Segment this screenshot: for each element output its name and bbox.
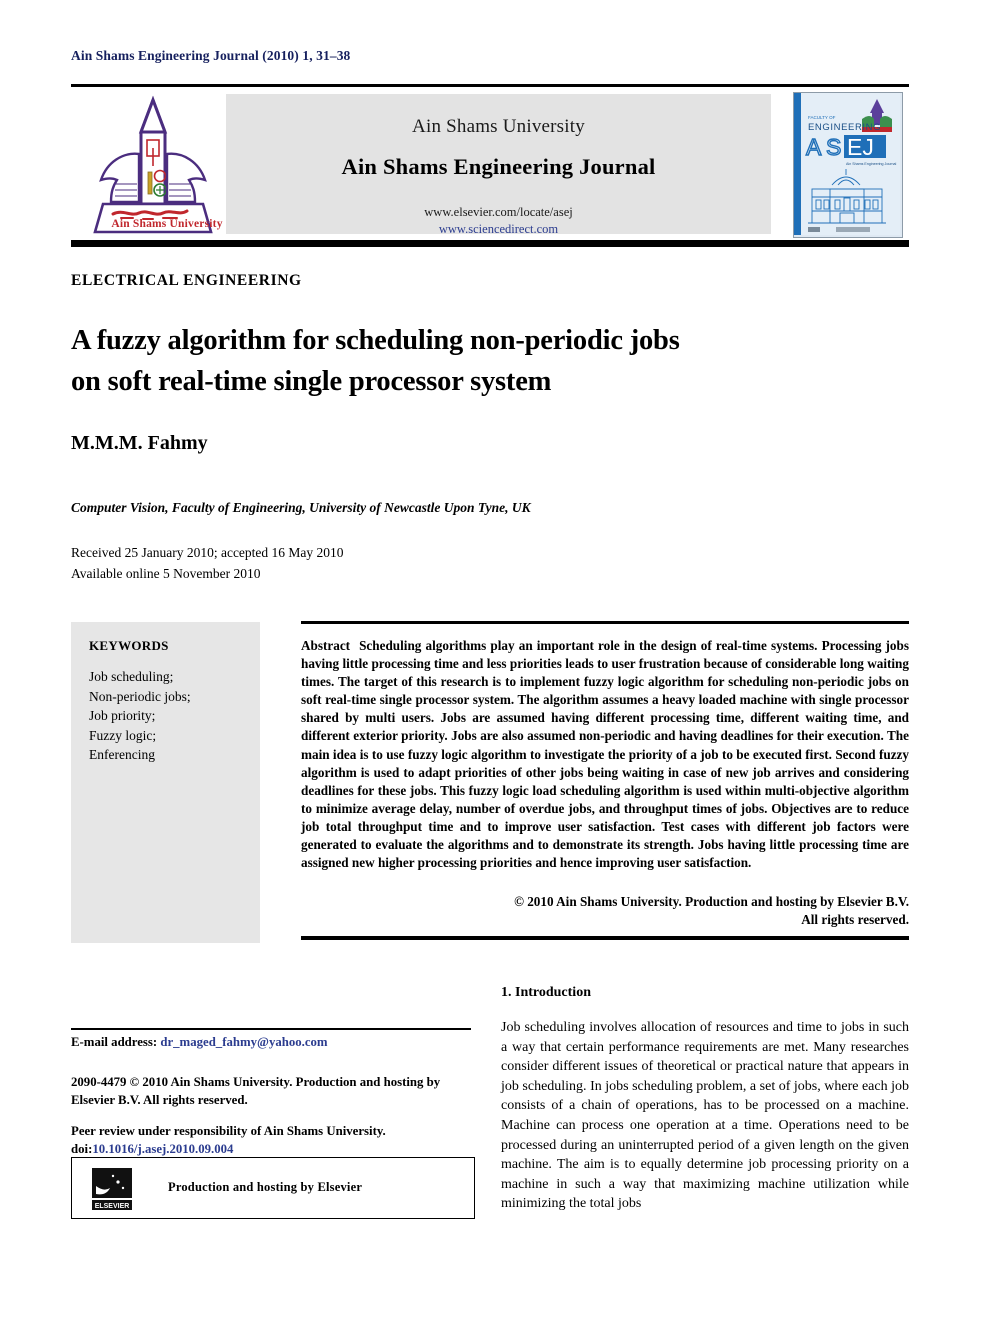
copyright-line-1: © 2010 Ain Shams University. Production … <box>514 894 909 909</box>
running-head: Ain Shams Engineering Journal (2010) 1, … <box>71 48 351 63</box>
keywords-box: KEYWORDS Job scheduling; Non-periodic jo… <box>71 622 260 943</box>
elsevier-locate-url[interactable]: www.elsevier.com/locate/asej <box>226 205 771 220</box>
abstract-top-rule <box>301 621 909 624</box>
peer-review-text: Peer review under responsibility of Ain … <box>71 1124 386 1138</box>
sciencedirect-url[interactable]: www.sciencedirect.com <box>226 222 771 237</box>
masthead-center-panel: Ain Shams University Ain Shams Engineeri… <box>226 94 771 237</box>
ain-shams-university-logo-icon: Ain Shams University <box>85 92 222 236</box>
masthead-top-rule <box>71 84 909 87</box>
elsevier-wordmark: ELSEVIER <box>95 1203 130 1210</box>
keywords-list: Job scheduling; Non-periodic jobs; Job p… <box>89 667 260 765</box>
abstract-bottom-rule <box>301 936 909 940</box>
masthead-bottom-rule <box>71 240 909 247</box>
author-name: M.M.M. Fahmy <box>71 432 208 454</box>
journal-cover-thumbnail: FACULTY OF ENGINEERING A S EJ Ain Shams … <box>793 92 903 238</box>
paper-page: Ain Shams Engineering Journal (2010) 1, … <box>0 0 992 1323</box>
production-hosting-box: ELSEVIER Production and hosting by Elsev… <box>71 1157 475 1219</box>
available-online-line: Available online 5 November 2010 <box>71 566 261 581</box>
section-label: ELECTRICAL ENGINEERING <box>71 272 302 289</box>
affiliation: Computer Vision, Faculty of Engineering,… <box>71 500 531 515</box>
email-link[interactable]: dr_maged_fahmy@yahoo.com <box>160 1035 327 1049</box>
journal-masthead: Ain Shams University Ain Shams Universit… <box>71 92 909 238</box>
svg-text:S: S <box>826 134 841 160</box>
title-line-2: on soft real-time single processor syste… <box>71 366 552 397</box>
issn-copyright-line: 2090-4479 © 2010 Ain Shams University. P… <box>71 1075 441 1107</box>
doi-label: doi: <box>71 1142 93 1156</box>
elsevier-logo-icon: ELSEVIER <box>86 1164 138 1214</box>
footnote-separator-rule <box>71 1028 471 1030</box>
introduction-heading: 1. Introduction <box>501 985 591 1000</box>
peer-review-line: Peer review under responsibility of Ain … <box>71 1122 475 1158</box>
keywords-heading: KEYWORDS <box>89 638 169 653</box>
received-accepted-line: Received 25 January 2010; accepted 16 Ma… <box>71 545 344 560</box>
production-hosting-text: Production and hosting by Elsevier <box>168 1180 363 1194</box>
svg-text:Ain Shams Engineering Journal: Ain Shams Engineering Journal <box>846 162 897 166</box>
svg-text:EJ: EJ <box>847 134 874 160</box>
masthead-university-name: Ain Shams University <box>412 116 585 137</box>
keyword-item: Enferencing <box>89 747 155 762</box>
svg-text:FACULTY OF: FACULTY OF <box>808 115 836 120</box>
email-footnote: E-mail address: dr_maged_fahmy@yahoo.com <box>71 1035 328 1050</box>
publication-dates: Received 25 January 2010; accepted 16 Ma… <box>71 542 344 584</box>
logo-caption: Ain Shams University <box>111 218 223 230</box>
email-label: E-mail address: <box>71 1035 158 1049</box>
keyword-item: Non-periodic jobs; <box>89 688 191 704</box>
keyword-item: Fuzzy logic; <box>89 727 157 743</box>
page-title: A fuzzy algorithm for scheduling non-per… <box>71 320 831 402</box>
introduction-body: Job scheduling involves allocation of re… <box>501 1020 909 1212</box>
abstract-label: Abstract <box>301 638 351 653</box>
title-line-1: A fuzzy algorithm for scheduling non-per… <box>71 325 680 356</box>
keyword-item: Job scheduling; <box>89 669 174 684</box>
abstract-copyright: © 2010 Ain Shams University. Production … <box>301 893 909 929</box>
svg-text:ENGINEERING: ENGINEERING <box>808 122 881 133</box>
masthead-journal-name: Ain Shams Engineering Journal <box>341 154 656 179</box>
doi-link[interactable]: 10.1016/j.asej.2010.09.004 <box>92 1142 233 1156</box>
copyright-line-2: All rights reserved. <box>801 912 909 928</box>
abstract-block: Abstract Scheduling algorithms play an im… <box>301 637 909 872</box>
doi-line: doi:10.1016/j.asej.2010.09.004 <box>71 1140 475 1158</box>
svg-text:A: A <box>806 134 822 160</box>
abstract-text: Scheduling algorithms play an important … <box>301 638 909 871</box>
keyword-item: Job priority; <box>89 708 156 723</box>
